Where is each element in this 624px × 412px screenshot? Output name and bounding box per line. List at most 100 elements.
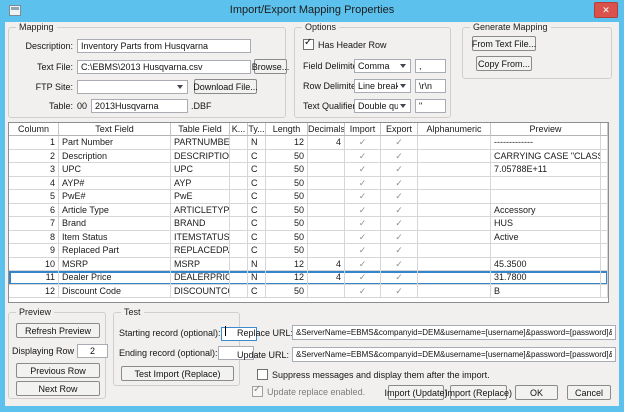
cell-text-field[interactable]: PwE# <box>59 190 171 204</box>
cell-table-field[interactable]: ARTICLETYP <box>171 203 230 217</box>
cell-length[interactable]: 50 <box>266 190 308 204</box>
table-row[interactable]: 1 Part Number PARTNUMBER N 12 4 ✓ ✓ ------------… <box>9 136 608 150</box>
previous-row-button[interactable]: Previous Row <box>16 363 100 378</box>
col-header-preview[interactable]: Preview <box>491 123 601 136</box>
cell-text-field[interactable]: Part Number <box>59 136 171 150</box>
cell-k[interactable] <box>230 163 248 177</box>
cell-k[interactable] <box>230 136 248 150</box>
cell-ty[interactable]: C <box>248 230 266 244</box>
field-delimiter-select[interactable]: Comma <box>354 59 411 73</box>
cell-ty[interactable]: C <box>248 190 266 204</box>
cell-column[interactable]: 5 <box>9 190 59 204</box>
update-replace-enabled-checkbox[interactable]: ✓ <box>252 384 263 397</box>
download-file-button[interactable]: Download File... <box>193 79 258 94</box>
close-button[interactable]: ✕ <box>594 2 618 18</box>
cell-table-field[interactable]: PARTNUMBER <box>171 136 230 150</box>
cell-length[interactable]: 12 <box>266 257 308 271</box>
cell-import[interactable]: ✓ <box>345 257 381 271</box>
cell-alphanumeric[interactable] <box>418 257 491 271</box>
col-header-alphanumeric[interactable]: Alphanumeric <box>418 123 491 136</box>
cell-text-field[interactable]: UPC <box>59 163 171 177</box>
cell-decimals[interactable]: 4 <box>308 136 345 150</box>
cell-preview[interactable]: 7.05788E+11 <box>491 163 601 177</box>
col-header-type[interactable]: Ty... <box>248 123 266 136</box>
cell-ty[interactable]: C <box>248 217 266 231</box>
table-row[interactable]: 6 Article Type ARTICLETYP C 50 ✓ ✓ Accessory <box>9 203 608 217</box>
cell-column[interactable]: 10 <box>9 257 59 271</box>
cell-export[interactable]: ✓ <box>381 257 418 271</box>
cell-text-field[interactable]: Replaced Part <box>59 244 171 258</box>
cell-column[interactable]: 12 <box>9 284 59 298</box>
displaying-row-input[interactable] <box>77 344 109 358</box>
table-name-input[interactable] <box>91 99 189 113</box>
table-row[interactable]: 2 Description DESCRIPTIO C 50 ✓ ✓ CARRYING CASE… <box>9 149 608 163</box>
cell-text-field[interactable]: Dealer Price <box>59 271 171 285</box>
cell-decimals[interactable] <box>308 149 345 163</box>
table-row[interactable]: 4 AYP# AYP C 50 ✓ ✓ <box>9 176 608 190</box>
col-header-table-field[interactable]: Table Field <box>171 123 230 136</box>
cell-table-field[interactable]: BRAND <box>171 217 230 231</box>
col-header-length[interactable]: Length <box>266 123 308 136</box>
cancel-button[interactable]: Cancel <box>567 385 611 400</box>
cell-text-field[interactable]: Item Status <box>59 230 171 244</box>
cell-alphanumeric[interactable] <box>418 217 491 231</box>
cell-table-field[interactable]: DEALERPRIC <box>171 271 230 285</box>
cell-import[interactable]: ✓ <box>345 136 381 150</box>
cell-decimals[interactable] <box>308 176 345 190</box>
col-header-export[interactable]: Export <box>381 123 418 136</box>
cell-length[interactable]: 50 <box>266 244 308 258</box>
cell-preview[interactable]: 31.7800 <box>491 271 601 285</box>
import-replace-button[interactable]: Import (Replace) <box>445 385 512 400</box>
cell-k[interactable] <box>230 284 248 298</box>
cell-export[interactable]: ✓ <box>381 149 418 163</box>
cell-export[interactable]: ✓ <box>381 203 418 217</box>
row-delimiter-select[interactable]: Line break <box>354 79 411 93</box>
cell-preview[interactable] <box>491 190 601 204</box>
copy-from-button[interactable]: Copy From... <box>476 56 532 71</box>
cell-table-field[interactable]: UPC <box>171 163 230 177</box>
next-row-button[interactable]: Next Row <box>16 381 100 396</box>
row-delimiter-char-input[interactable] <box>415 79 446 93</box>
cell-table-field[interactable]: REPLACEDPA <box>171 244 230 258</box>
cell-export[interactable]: ✓ <box>381 163 418 177</box>
cell-length[interactable]: 12 <box>266 136 308 150</box>
cell-column[interactable]: 7 <box>9 217 59 231</box>
cell-k[interactable] <box>230 149 248 163</box>
refresh-preview-button[interactable]: Refresh Preview <box>16 323 100 338</box>
cell-export[interactable]: ✓ <box>381 217 418 231</box>
cell-import[interactable]: ✓ <box>345 217 381 231</box>
cell-column[interactable]: 11 <box>9 271 59 285</box>
table-row[interactable]: 8 Item Status ITEMSTATUS C 50 ✓ ✓ Active <box>9 230 608 244</box>
cell-export[interactable]: ✓ <box>381 271 418 285</box>
cell-alphanumeric[interactable] <box>418 163 491 177</box>
description-input[interactable] <box>77 39 251 53</box>
cell-text-field[interactable]: Description <box>59 149 171 163</box>
cell-k[interactable] <box>230 271 248 285</box>
cell-length[interactable]: 50 <box>266 149 308 163</box>
cell-column[interactable]: 3 <box>9 163 59 177</box>
cell-column[interactable]: 8 <box>9 230 59 244</box>
cell-alphanumeric[interactable] <box>418 244 491 258</box>
cell-text-field[interactable]: AYP# <box>59 176 171 190</box>
cell-ty[interactable]: C <box>248 203 266 217</box>
cell-import[interactable]: ✓ <box>345 271 381 285</box>
field-delimiter-char-input[interactable] <box>415 59 446 73</box>
table-row[interactable]: 9 Replaced Part REPLACEDPA C 50 ✓ ✓ <box>9 244 608 258</box>
table-row[interactable]: 12 Discount Code DISCOUNTCO C 50 ✓ ✓ B <box>9 284 608 298</box>
cell-k[interactable] <box>230 257 248 271</box>
cell-preview[interactable] <box>491 244 601 258</box>
cell-decimals[interactable] <box>308 217 345 231</box>
cell-preview[interactable]: ------------- <box>491 136 601 150</box>
cell-export[interactable]: ✓ <box>381 190 418 204</box>
test-import-replace-button[interactable]: Test Import (Replace) <box>121 366 234 381</box>
cell-table-field[interactable]: PwE <box>171 190 230 204</box>
text-qualifier-char-input[interactable] <box>415 99 446 113</box>
cell-decimals[interactable] <box>308 244 345 258</box>
cell-preview[interactable]: 45.3500 <box>491 257 601 271</box>
cell-length[interactable]: 50 <box>266 230 308 244</box>
cell-import[interactable]: ✓ <box>345 149 381 163</box>
cell-k[interactable] <box>230 217 248 231</box>
cell-preview[interactable] <box>491 176 601 190</box>
cell-import[interactable]: ✓ <box>345 176 381 190</box>
cell-ty[interactable]: N <box>248 271 266 285</box>
